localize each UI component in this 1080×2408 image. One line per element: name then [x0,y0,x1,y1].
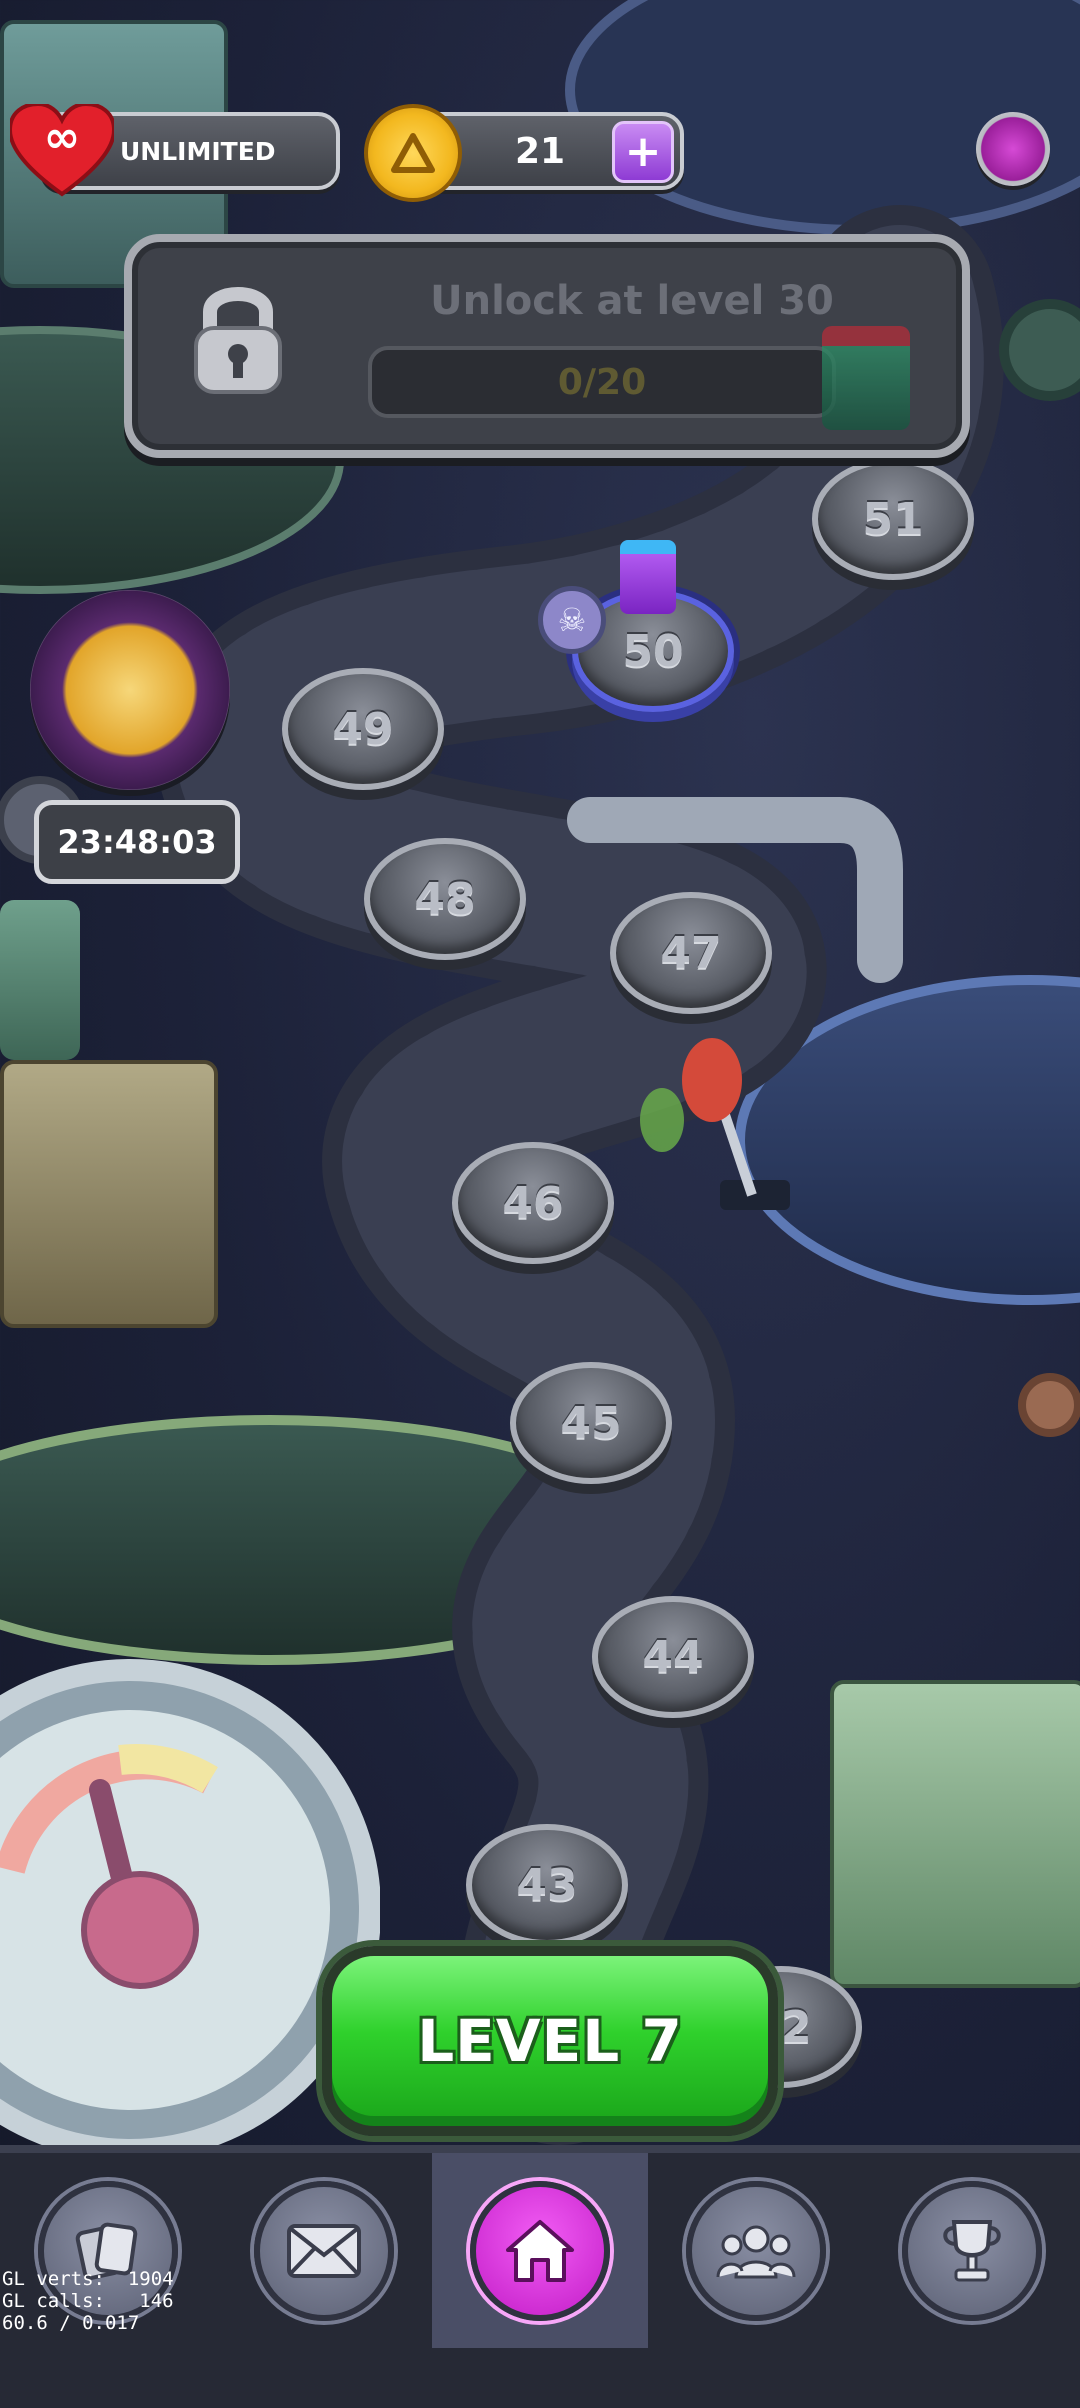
lives-label: UNLIMITED [120,136,276,166]
unlock-panel[interactable]: Unlock at level 30 0/20 [124,234,970,458]
unlock-progress-text: 0/20 [557,361,647,403]
reward-gift-icon [822,326,910,430]
add-coins-button[interactable]: + [612,121,674,183]
level-number: 48 [414,873,476,925]
settings-gear-icon[interactable] [976,112,1050,186]
team-icon [686,2180,826,2321]
gift-icon[interactable] [620,540,676,614]
heart-icon: ∞ [7,101,117,198]
level-node[interactable]: 47 [610,892,772,1014]
level-node[interactable]: 44 [592,1596,754,1718]
level-number: 50 [622,625,684,677]
mail-icon [254,2180,394,2321]
debug-line: GL calls: 146 [2,2290,174,2312]
unlock-title: Unlock at level 30 [430,278,834,324]
coins-pill[interactable]: 21 + [364,104,684,202]
level-node[interactable]: 51 [812,458,974,580]
level-node[interactable]: 49 [282,668,444,790]
debug-overlay: GL verts: 1904 GL calls: 146 60.6 / 0.017 [2,2268,174,2334]
metal-crate [830,1680,1080,1988]
event-timer: 23:48:03 [34,800,240,884]
debug-line: 60.6 / 0.017 [2,2312,140,2334]
coins-value: 21 [514,130,566,172]
level-node[interactable]: 48 [364,838,526,960]
level-number: 46 [502,1177,564,1229]
metal-crate [0,900,80,1060]
play-level-button[interactable]: LEVEL 7 [322,1946,778,2136]
trophy-icon [902,2180,1042,2321]
level-node[interactable]: 46 [452,1142,614,1264]
skull-icon: ☠ [538,586,606,654]
level-number: 43 [516,1859,578,1911]
coin-icon [364,104,462,202]
level-node[interactable]: 43 [466,1824,628,1946]
debug-line: GL verts: 1904 [2,2268,174,2290]
nav-item-mail[interactable] [216,2153,432,2348]
lives-pill[interactable]: ∞ UNLIMITED [7,101,340,197]
padlock-icon [188,276,288,396]
home-icon [470,2180,610,2321]
metal-crate [0,1060,218,1328]
level-number: 45 [560,1397,622,1449]
level-number: 47 [660,927,722,979]
unlock-progress-bar: 0/20 [368,346,836,418]
level-number: 51 [862,493,924,545]
level-node[interactable]: 45 [510,1362,672,1484]
nav-item-trophy[interactable] [864,2153,1080,2348]
svg-text:∞: ∞ [44,112,81,163]
nav-item-team[interactable] [648,2153,864,2348]
nav-item-home[interactable] [432,2153,648,2348]
level-number: 44 [642,1631,704,1683]
stopwatch-icon[interactable] [30,590,230,790]
level-number: 49 [332,703,394,755]
